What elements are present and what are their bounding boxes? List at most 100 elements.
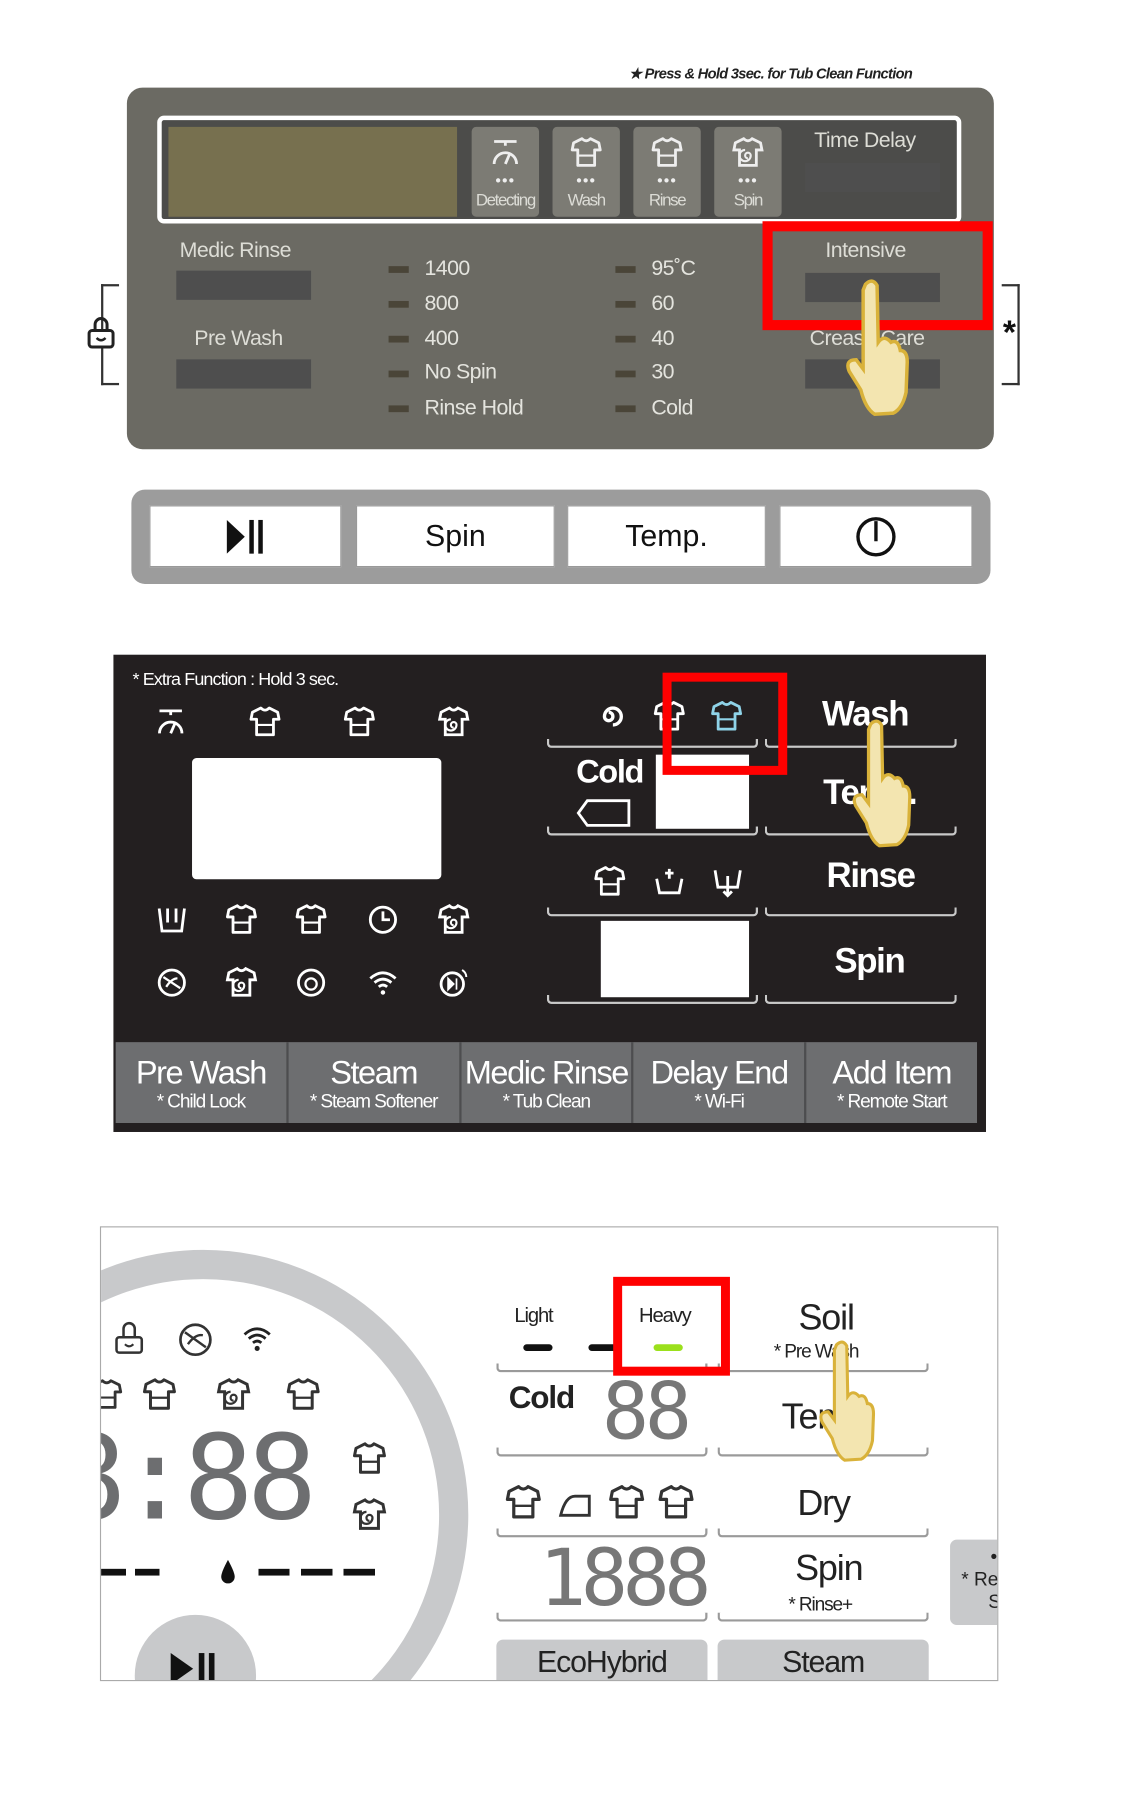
control-panel-3: 8:88 Light Heavy Soil * Pre Wash Cold 88… — [99, 1226, 999, 1682]
temp-led — [615, 266, 636, 273]
medic-rinse-label: Medic Rinse — [179, 239, 292, 263]
temp-digits: 88 — [601, 1365, 692, 1458]
main-display — [192, 758, 442, 880]
power-button[interactable] — [779, 505, 973, 568]
pre-wash-button[interactable]: Pre Wash * Child Lock — [116, 1042, 289, 1123]
temp-option: 30 — [651, 360, 674, 385]
rinse-label: Rinse — [648, 190, 687, 211]
spin-button[interactable]: Spin — [355, 505, 555, 568]
spin-option: Rinse Hold — [424, 396, 524, 421]
dry-label: Dry — [797, 1482, 851, 1523]
spin-label: Spin — [733, 190, 764, 211]
temp-option: Cold — [651, 396, 693, 421]
spin-shirt-icon — [437, 704, 471, 740]
steam-button[interactable]: Steam * Steam Softener — [288, 1042, 462, 1123]
medic-rinse-shirt-icon — [437, 903, 471, 937]
rinse-label: Rinse — [826, 855, 916, 896]
temp-option: 95˚C — [651, 257, 696, 281]
spin-option: 400 — [424, 326, 459, 351]
highlight-box — [613, 1276, 730, 1376]
washer-control-panels: ★ Press & Hold 3sec. for Tub Clean Funct… — [0, 0, 1123, 1795]
spin-shirt-icon — [731, 136, 765, 170]
spin-option: No Spin — [424, 360, 497, 385]
time-display: 8:88 — [101, 1409, 317, 1547]
spin-indicator: ••• Spin — [714, 126, 782, 217]
spin-led — [388, 370, 409, 378]
spin-label: Spin — [795, 1547, 864, 1588]
rinse-indicator: ••• Rinse — [633, 126, 701, 217]
temp-led — [615, 405, 636, 413]
soil-label: Soil — [798, 1297, 855, 1338]
option-button-strip: Pre Wash * Child Lock Steam * Steam Soften… — [115, 1042, 978, 1123]
ecohybrid-button[interactable]: EcoHybrid — [496, 1639, 708, 1681]
medic-rinse-button[interactable] — [176, 270, 312, 300]
divider — [496, 1447, 708, 1457]
spin-option: 1400 — [424, 257, 470, 281]
tub-clean-icon — [179, 1323, 212, 1357]
temp-led — [615, 370, 636, 378]
spin-display — [600, 920, 750, 998]
spin-button[interactable] — [764, 994, 957, 1004]
divider — [546, 826, 759, 836]
steam-softener-icon — [225, 966, 259, 1000]
rinse-button[interactable] — [764, 907, 957, 917]
pointing-hand-icon — [840, 279, 914, 418]
spin-led — [388, 405, 409, 413]
delay-end-button[interactable]: Delay End * Wi-Fi — [634, 1042, 807, 1123]
wash-indicator: ••• Wash — [552, 126, 620, 217]
rinse-shirt-icon — [650, 136, 684, 170]
lcd-display — [168, 126, 458, 217]
cycle-swirl-icon — [602, 706, 623, 727]
delay-clock-icon — [368, 905, 397, 934]
detergent-icon — [157, 908, 186, 933]
rinse-shirt-icon — [141, 1377, 177, 1413]
add-item-button[interactable]: Add Item * Remote Start — [807, 1042, 977, 1123]
wifi-icon — [243, 1327, 271, 1351]
dry-shirt-icon — [503, 1483, 543, 1521]
button-label: Medic Rinse — [464, 1055, 630, 1092]
steam-shirt-icon — [350, 1441, 388, 1477]
dry-button[interactable] — [717, 1528, 929, 1538]
steam-softener-icon — [350, 1497, 388, 1533]
wash-label: Wash — [567, 190, 606, 211]
medic-rinse-button[interactable]: Medic Rinse * Tub Clean — [461, 1042, 634, 1123]
temp-button[interactable]: Temp. — [567, 505, 766, 568]
wash-shirt-icon — [248, 704, 282, 740]
temp-led — [615, 335, 636, 343]
button-sub-label: * Child Lock — [156, 1090, 247, 1112]
time-delay-button[interactable] — [805, 162, 940, 193]
start-pause-button[interactable] — [149, 505, 342, 568]
pointing-hand-icon — [844, 719, 918, 849]
steam-button[interactable]: Steam — [717, 1639, 929, 1681]
dry-temp-shirt-icon — [606, 1483, 646, 1521]
remote-start-button-partial[interactable]: • * Re S — [950, 1539, 998, 1625]
spin-button[interactable] — [717, 1612, 929, 1622]
temp-option: 40 — [651, 326, 674, 351]
divider — [546, 994, 759, 1004]
detecting-label: Detecting — [475, 190, 536, 211]
button-sub-label: * Wi-Fi — [694, 1090, 745, 1112]
button-label: Steam — [330, 1055, 418, 1092]
tub-rinse-icon — [297, 968, 326, 997]
button-sub-label: * Tub Clean — [502, 1090, 592, 1112]
progress-dashes — [101, 1568, 164, 1576]
button-label-line: • — [990, 1546, 998, 1568]
weight-detect-icon — [154, 704, 188, 740]
cold-label: Cold — [508, 1380, 576, 1415]
divider — [496, 1612, 708, 1622]
pointing-hand-icon — [815, 1340, 878, 1464]
light-label: Light — [514, 1303, 553, 1327]
rinse-hold-icon — [713, 870, 742, 898]
tub-clean-note: ★ Press & Hold 3sec. for Tub Clean Funct… — [628, 65, 913, 82]
rinse-plus-icon — [655, 868, 684, 895]
spin-digits: 1888 — [539, 1531, 711, 1624]
spin-shirt-icon — [216, 1377, 252, 1413]
button-sub-label: * Steam Softener — [309, 1090, 439, 1112]
pre-wash-button[interactable] — [176, 359, 312, 389]
spin-option: 800 — [424, 291, 459, 316]
iron-icon — [558, 1494, 591, 1517]
temp-option: 60 — [651, 291, 674, 316]
extra-function-note: * Extra Function : Hold 3 sec. — [132, 670, 340, 690]
button-sub-label: * Remote Start — [837, 1090, 948, 1112]
soil-level-1 — [523, 1344, 553, 1351]
